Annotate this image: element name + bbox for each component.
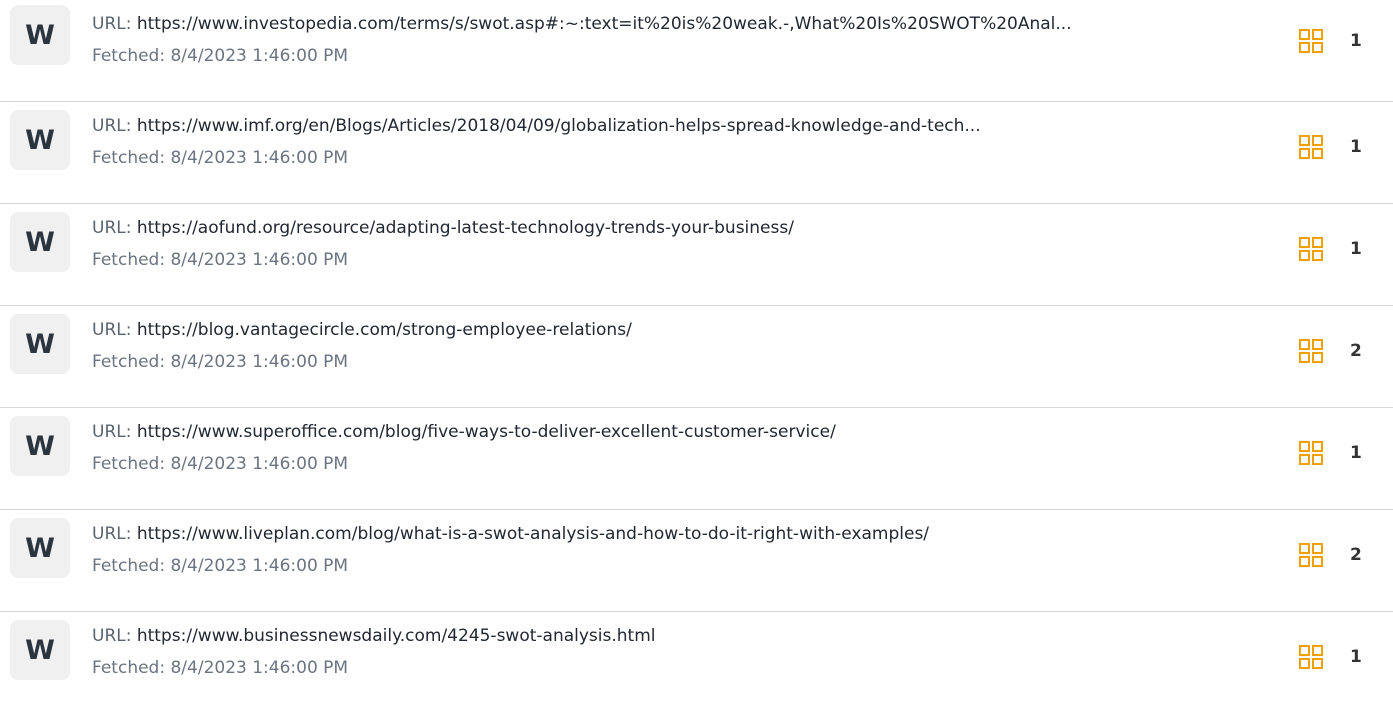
source-url[interactable]: https://www.superoffice.com/blog/five-wa… <box>137 422 836 442</box>
citation-count: 1 <box>1350 239 1362 259</box>
source-badge: W <box>10 620 70 680</box>
source-url-line[interactable]: URL: https://www.liveplan.com/blog/what-… <box>92 522 1272 546</box>
source-url[interactable]: https://www.imf.org/en/Blogs/Articles/20… <box>137 116 981 136</box>
fetched-timestamp: Fetched: 8/4/2023 1:46:00 PM <box>92 454 349 474</box>
citation-count: 1 <box>1350 137 1362 157</box>
citation-count: 1 <box>1350 31 1362 51</box>
grid-icon[interactable] <box>1298 28 1324 54</box>
source-text: URL: https://aofund.org/resource/adaptin… <box>92 216 1272 271</box>
source-url[interactable]: https://aofund.org/resource/adapting-lat… <box>137 218 794 238</box>
grid-icon[interactable] <box>1298 644 1324 670</box>
source-row[interactable]: W URL: https://www.businessnewsdaily.com… <box>0 612 1393 714</box>
source-text: URL: https://www.superoffice.com/blog/fi… <box>92 420 1272 475</box>
source-text: URL: https://www.businessnewsdaily.com/4… <box>92 624 1272 679</box>
url-label: URL: <box>92 626 137 646</box>
source-url[interactable]: https://blog.vantagecircle.com/strong-em… <box>137 320 632 340</box>
url-label: URL: <box>92 422 137 442</box>
citation-count: 2 <box>1350 341 1362 361</box>
url-label: URL: <box>92 116 137 136</box>
source-row[interactable]: W URL: https://www.imf.org/en/Blogs/Arti… <box>0 102 1393 204</box>
source-row[interactable]: W URL: https://blog.vantagecircle.com/st… <box>0 306 1393 408</box>
grid-icon[interactable] <box>1298 542 1324 568</box>
fetched-timestamp: Fetched: 8/4/2023 1:46:00 PM <box>92 148 349 168</box>
grid-icon[interactable] <box>1298 338 1324 364</box>
citation-count: 1 <box>1350 443 1362 463</box>
url-label: URL: <box>92 14 137 34</box>
source-text: URL: https://blog.vantagecircle.com/stro… <box>92 318 1272 373</box>
url-label: URL: <box>92 524 137 544</box>
source-row[interactable]: W URL: https://www.investopedia.com/term… <box>0 0 1393 102</box>
source-badge: W <box>10 5 70 65</box>
source-list: W URL: https://www.investopedia.com/term… <box>0 0 1393 714</box>
source-badge: W <box>10 212 70 272</box>
source-row[interactable]: W URL: https://aofund.org/resource/adapt… <box>0 204 1393 306</box>
grid-icon[interactable] <box>1298 440 1324 466</box>
source-row[interactable]: W URL: https://www.liveplan.com/blog/wha… <box>0 510 1393 612</box>
source-url[interactable]: https://www.liveplan.com/blog/what-is-a-… <box>137 524 929 544</box>
fetched-timestamp: Fetched: 8/4/2023 1:46:00 PM <box>92 556 349 576</box>
source-url[interactable]: https://www.investopedia.com/terms/s/swo… <box>137 14 1072 34</box>
source-row[interactable]: W URL: https://www.superoffice.com/blog/… <box>0 408 1393 510</box>
source-url[interactable]: https://www.businessnewsdaily.com/4245-s… <box>137 626 656 646</box>
source-text: URL: https://www.investopedia.com/terms/… <box>92 12 1272 67</box>
fetched-timestamp: Fetched: 8/4/2023 1:46:00 PM <box>92 352 349 372</box>
fetched-timestamp: Fetched: 8/4/2023 1:46:00 PM <box>92 46 349 66</box>
source-url-line[interactable]: URL: https://blog.vantagecircle.com/stro… <box>92 318 1272 342</box>
source-url-line[interactable]: URL: https://aofund.org/resource/adaptin… <box>92 216 1272 240</box>
source-text: URL: https://www.imf.org/en/Blogs/Articl… <box>92 114 1272 169</box>
fetched-timestamp: Fetched: 8/4/2023 1:46:00 PM <box>92 250 349 270</box>
source-url-line[interactable]: URL: https://www.investopedia.com/terms/… <box>92 12 1272 36</box>
url-label: URL: <box>92 218 137 238</box>
citation-count: 2 <box>1350 545 1362 565</box>
url-label: URL: <box>92 320 137 340</box>
citation-count: 1 <box>1350 647 1362 667</box>
source-badge: W <box>10 110 70 170</box>
source-badge: W <box>10 518 70 578</box>
source-url-line[interactable]: URL: https://www.businessnewsdaily.com/4… <box>92 624 1272 648</box>
source-badge: W <box>10 416 70 476</box>
source-url-line[interactable]: URL: https://www.imf.org/en/Blogs/Articl… <box>92 114 1272 138</box>
grid-icon[interactable] <box>1298 236 1324 262</box>
source-badge: W <box>10 314 70 374</box>
grid-icon[interactable] <box>1298 134 1324 160</box>
source-url-line[interactable]: URL: https://www.superoffice.com/blog/fi… <box>92 420 1272 444</box>
fetched-timestamp: Fetched: 8/4/2023 1:46:00 PM <box>92 658 349 678</box>
source-text: URL: https://www.liveplan.com/blog/what-… <box>92 522 1272 577</box>
